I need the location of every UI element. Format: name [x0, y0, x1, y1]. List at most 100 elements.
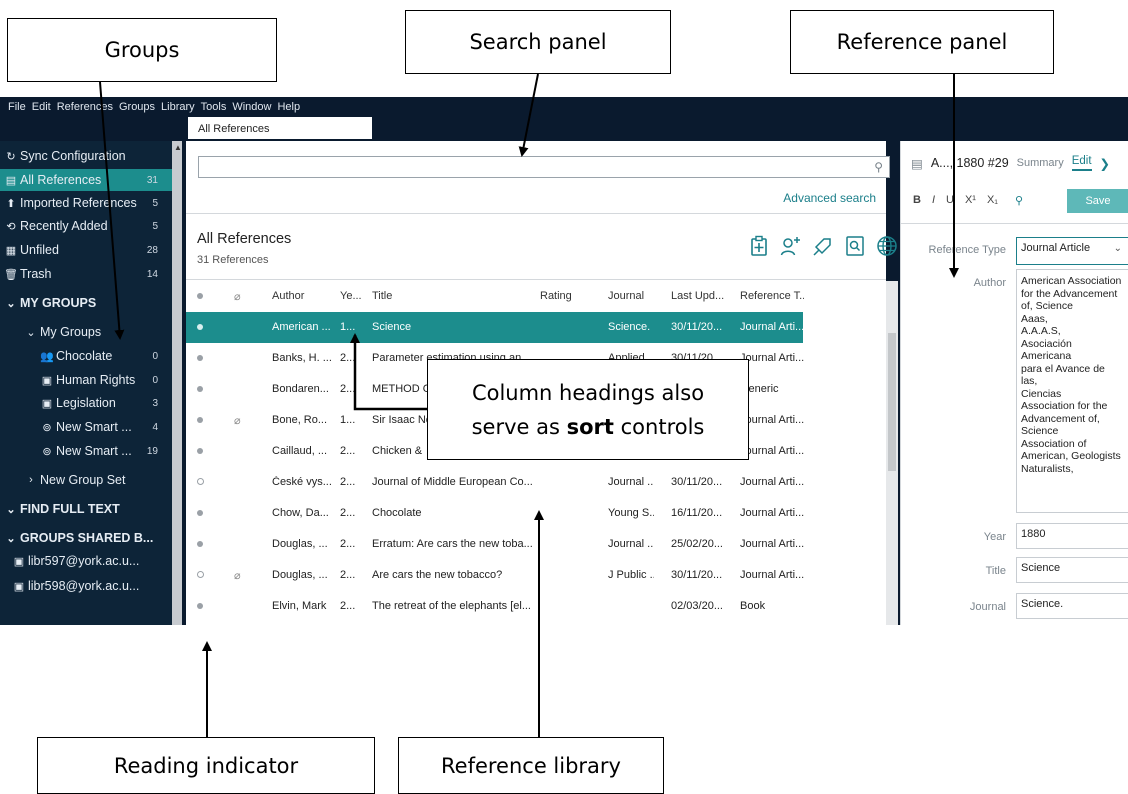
- table-row[interactable]: České vys... 2... Journal of Middle Europe…: [186, 467, 886, 498]
- sort-year-header[interactable]: Ye...: [340, 290, 362, 302]
- menu-item-help[interactable]: Help: [277, 101, 300, 113]
- online-search-icon[interactable]: [876, 234, 898, 258]
- menu-item-library[interactable]: Library: [161, 101, 195, 113]
- reading-indicator[interactable]: [197, 352, 209, 364]
- sidebar-item-find-full-text[interactable]: ⌄ FIND FULL TEXT: [0, 498, 172, 520]
- sort-journal-header[interactable]: Journal: [608, 290, 654, 302]
- reading-indicator[interactable]: [197, 538, 209, 550]
- reading-indicator[interactable]: [197, 476, 209, 488]
- bold-button[interactable]: B: [913, 194, 921, 207]
- sidebar-item-count: 0: [152, 374, 158, 386]
- cell-author: Banks, H. ...: [272, 352, 332, 364]
- scroll-up-icon[interactable]: ▲: [174, 143, 182, 152]
- menu-item-groups[interactable]: Groups: [119, 101, 155, 113]
- cell-title: Journal of Middle European Co...: [372, 476, 532, 488]
- add-author-icon[interactable]: [780, 234, 802, 258]
- sidebar-item-libr597-york-ac-u[interactable]: ▣ libr597@york.ac.u...: [0, 550, 172, 572]
- sidebar-item-my-groups[interactable]: ⌄ My Groups: [0, 321, 172, 343]
- sync-icon: ↻: [6, 150, 16, 163]
- tab-edit[interactable]: Edit: [1071, 155, 1092, 171]
- sidebar-item-new-smart[interactable]: ⊚ New Smart ... 4: [0, 416, 172, 438]
- table-scrollbar[interactable]: [886, 281, 898, 625]
- search-icon[interactable]: ⚲: [1015, 194, 1023, 207]
- find-pdf-icon[interactable]: [844, 234, 866, 258]
- attachment-header-icon[interactable]: ⌀: [234, 290, 248, 303]
- sidebar-item-libr598-york-ac-u[interactable]: ▣ libr598@york.ac.u...: [0, 575, 172, 597]
- sort-rating-header[interactable]: Rating: [540, 290, 588, 302]
- underline-button[interactable]: U: [946, 194, 954, 207]
- cell-author: České vys...: [272, 476, 332, 488]
- author-line: Naturalists,: [1021, 462, 1074, 475]
- sort-author-header[interactable]: Author: [272, 290, 332, 302]
- collapse-icon[interactable]: ❯: [1100, 156, 1110, 171]
- sort-title-header[interactable]: Title: [372, 290, 532, 302]
- table-row[interactable]: Elvin, Mark 2... The retreat of the elepha…: [186, 591, 886, 622]
- add-reference-icon[interactable]: [748, 234, 770, 258]
- search-icon[interactable]: ⚲: [874, 160, 883, 174]
- scroll-thumb[interactable]: [888, 333, 896, 471]
- cell-title: Science: [372, 321, 412, 333]
- table-row[interactable]: ⌀ Douglas, ... 2... Are cars the new tobacc…: [186, 560, 886, 591]
- reference-type-select[interactable]: Journal Article ⌄: [1016, 237, 1128, 265]
- menu-item-edit[interactable]: Edit: [32, 101, 51, 113]
- sidebar-item-new-smart[interactable]: ⊚ New Smart ... 19: [0, 440, 172, 462]
- reading-indicator[interactable]: [197, 507, 209, 519]
- search-input[interactable]: ⚲: [198, 156, 890, 178]
- paperclip-icon[interactable]: ⌀: [234, 569, 248, 582]
- menu-item-file[interactable]: File: [8, 101, 26, 113]
- sidebar-item-imported-references[interactable]: ⬆ Imported References 5: [0, 192, 172, 214]
- sort-type-header[interactable]: Reference T...: [740, 290, 804, 302]
- reading-indicator[interactable]: [197, 414, 209, 426]
- sidebar-item-trash[interactable]: 🗑 Trash 14: [0, 263, 172, 285]
- menu-item-references[interactable]: References: [57, 101, 113, 113]
- read-status-header[interactable]: [197, 290, 209, 302]
- paperclip-icon[interactable]: ⌀: [234, 414, 248, 427]
- title-field[interactable]: Science: [1016, 557, 1128, 583]
- sidebar-item-unfiled[interactable]: ▦ Unfiled 28: [0, 239, 172, 261]
- subscript-button[interactable]: X₁: [987, 194, 998, 207]
- cell-journal: J Public ...: [608, 569, 654, 581]
- author-line: Science: [1021, 425, 1059, 437]
- cell-updated: 30/11/20...: [671, 321, 723, 333]
- cell-updated: 02/03/20...: [671, 600, 723, 612]
- divider: [186, 213, 886, 214]
- sidebar-item-sync-configuration[interactable]: ↻ Sync Configuration: [0, 145, 172, 167]
- reading-indicator[interactable]: [197, 321, 209, 333]
- sidebar-item-my-groups[interactable]: ⌄ MY GROUPS: [0, 292, 172, 314]
- superscript-button[interactable]: X¹: [965, 194, 976, 207]
- advanced-search-link[interactable]: Advanced search: [783, 191, 876, 205]
- cell-author: American ...: [272, 321, 331, 333]
- sidebar-item-chocolate[interactable]: 👥 Chocolate 0: [0, 345, 172, 367]
- cell-type: Journal Arti...: [740, 507, 804, 519]
- shared-group-icon: ▣: [13, 555, 25, 568]
- reading-indicator[interactable]: [197, 569, 209, 581]
- sidebar-item-human-rights[interactable]: ▣ Human Rights 0: [0, 369, 172, 391]
- save-button[interactable]: Save: [1067, 189, 1128, 213]
- sort-updated-header[interactable]: Last Upd...: [671, 290, 729, 302]
- reading-indicator[interactable]: [197, 600, 209, 612]
- cell-author: Douglas, ...: [272, 569, 328, 581]
- reading-indicator[interactable]: [197, 383, 209, 395]
- sidebar-item-all-references[interactable]: ▤ All References 31: [0, 169, 172, 191]
- sidebar-item-groups-shared-b[interactable]: ⌄ GROUPS SHARED B...: [0, 527, 172, 549]
- tab-all-references[interactable]: All References: [188, 117, 372, 139]
- sidebar-item-recently-added[interactable]: ⟲ Recently Added 5: [0, 215, 172, 237]
- italic-button[interactable]: I: [932, 194, 935, 207]
- screenshot: Groups Search panel Reference panel Colu…: [0, 0, 1128, 794]
- table-row[interactable]: Chow, Da... 2... Chocolate Young S... 16/11/…: [186, 498, 886, 529]
- menu-item-window[interactable]: Window: [232, 101, 271, 113]
- table-row[interactable]: Douglas, ... 2... Erratum: Are cars the ne…: [186, 529, 886, 560]
- menu-item-tools[interactable]: Tools: [201, 101, 227, 113]
- author-field[interactable]: American Association for the Advancement o…: [1016, 269, 1128, 513]
- sidebar-item-count: 19: [146, 445, 158, 457]
- year-field[interactable]: 1880: [1016, 523, 1128, 549]
- chevron-down-icon[interactable]: ⌄: [1114, 243, 1122, 254]
- sidebar-scrollbar[interactable]: ▲: [172, 141, 182, 625]
- share-icon[interactable]: [812, 234, 834, 258]
- tab-summary[interactable]: Summary: [1017, 157, 1064, 169]
- sidebar-item-legislation[interactable]: ▣ Legislation 3: [0, 392, 172, 414]
- table-row[interactable]: American ... 1... Science Science. 30/11/20.…: [186, 312, 804, 343]
- sidebar-item-new-group-set[interactable]: › New Group Set: [0, 469, 172, 491]
- journal-field[interactable]: Science.: [1016, 593, 1128, 619]
- reading-indicator[interactable]: [197, 445, 209, 457]
